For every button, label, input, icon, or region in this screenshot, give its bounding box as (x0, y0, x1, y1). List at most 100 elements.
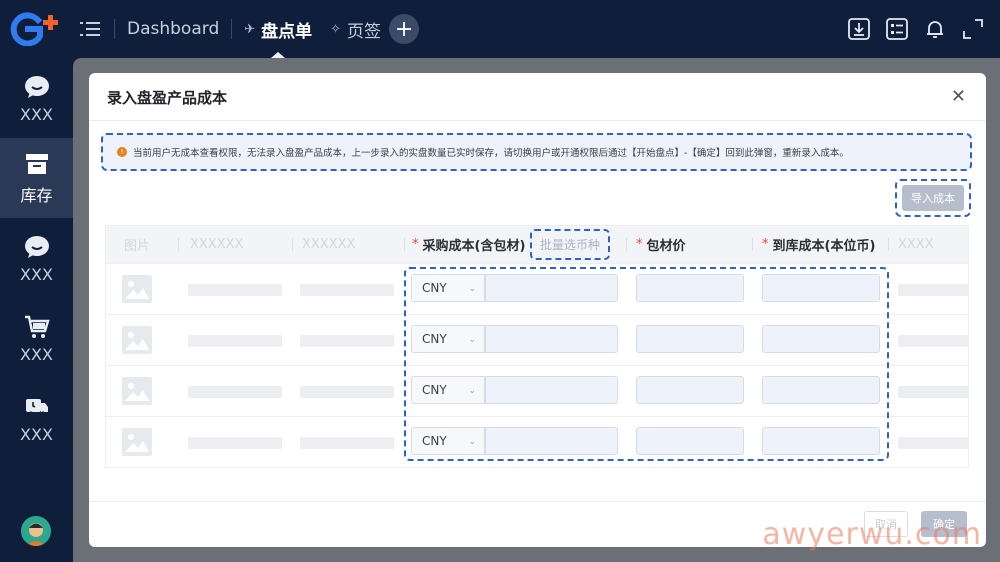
column-divider (292, 238, 293, 251)
tab-label: 盘点单 (261, 21, 313, 42)
column-divider (888, 238, 889, 251)
sidebar-item-1[interactable]: XXX (0, 58, 73, 138)
tab-dashboard[interactable]: Dashboard (127, 0, 219, 58)
packaging-price-input[interactable] (636, 274, 744, 302)
col-3: XXXXXX (302, 226, 355, 263)
avatar[interactable] (21, 516, 51, 546)
col-landed-cost: * 到库成本(本位币) (762, 226, 875, 263)
column-divider (404, 238, 405, 251)
bell-icon[interactable] (924, 18, 946, 40)
divider (89, 501, 986, 502)
sidebar-item-5[interactable]: XXX (0, 378, 73, 458)
chevron-down-icon: ⌄ (468, 437, 476, 447)
menu-toggle-icon[interactable] (78, 17, 102, 41)
purchase-cost-input[interactable] (485, 376, 618, 404)
pin-icon[interactable]: ✈ (244, 22, 255, 37)
currency-value: CNY (422, 281, 447, 295)
purchase-cost-input[interactable] (485, 325, 618, 353)
tab-page-tag[interactable]: ✧ 页签 (330, 0, 381, 58)
table-header: 图片 XXXXXX XXXXXX * 采购成本(含包材) 批量选币种 * 包材价 *… (106, 226, 968, 263)
pin-outline-icon[interactable]: ✧ (330, 22, 341, 37)
image-placeholder-icon (122, 275, 152, 303)
placeholder-bar (188, 335, 282, 347)
divider (231, 19, 233, 39)
packaging-price-input[interactable] (636, 376, 744, 404)
chevron-down-icon: ⌄ (468, 386, 476, 396)
dialog-title: 录入盘盈产品成本 (107, 89, 228, 107)
column-divider (626, 238, 627, 251)
currency-select[interactable]: CNY ⌄ (411, 325, 485, 353)
currency-value: CNY (422, 434, 447, 448)
chevron-down-icon: ⌄ (468, 284, 476, 294)
divider (89, 120, 986, 121)
sidebar-item-label: XXX (20, 264, 53, 284)
chat-icon (23, 73, 51, 101)
purchase-cost-input[interactable] (485, 427, 618, 455)
app-logo[interactable] (0, 0, 72, 58)
sidebar-item-3[interactable]: XXX (0, 218, 73, 298)
tab-label: Dashboard (127, 19, 220, 39)
placeholder-bar (898, 335, 968, 347)
checklist-icon[interactable] (886, 18, 908, 40)
col-7: XXXX (898, 226, 934, 263)
currency-value: CNY (422, 332, 447, 346)
currency-select[interactable]: CNY ⌄ (411, 274, 485, 302)
placeholder-bar (300, 284, 394, 296)
required-mark: * (412, 237, 419, 252)
table-row: CNY ⌄ (106, 314, 968, 365)
divider (114, 19, 115, 39)
sidebar-item-4[interactable]: XXX (0, 298, 73, 378)
batch-currency-button[interactable]: 批量选币种 (530, 229, 610, 260)
top-bar: Dashboard ✈ 盘点单 ✧ 页签 + (0, 0, 1000, 58)
column-label: 图片 (124, 239, 151, 254)
download-icon[interactable] (848, 18, 870, 40)
watermark: awyerwu.com (762, 517, 982, 552)
import-cost-button[interactable]: 导入成本 (902, 185, 964, 211)
col-packaging-price: * 包材价 (636, 226, 686, 263)
table-row: CNY ⌄ (106, 365, 968, 416)
chat-icon (23, 233, 51, 261)
image-placeholder-icon (122, 428, 152, 456)
table-row: CNY ⌄ (106, 416, 968, 467)
sidebar-item-label: XXX (20, 104, 53, 124)
packaging-price-input[interactable] (636, 325, 744, 353)
divider (312, 19, 330, 39)
landed-cost-input[interactable] (762, 274, 880, 302)
top-right-tools (848, 0, 984, 58)
placeholder-bar (300, 386, 394, 398)
landed-cost-input[interactable] (762, 325, 880, 353)
image-placeholder-icon (122, 326, 152, 354)
table-row: CNY ⌄ (106, 263, 968, 314)
required-mark: * (762, 237, 769, 252)
sidebar: XXX 库存 XXX XXX XXX (0, 58, 73, 562)
close-icon[interactable]: ✕ (951, 86, 966, 107)
col-2: XXXXXX (190, 226, 243, 263)
placeholder-bar (898, 284, 968, 296)
column-divider (752, 238, 753, 251)
placeholder-bar (188, 284, 282, 296)
cost-table: 图片 XXXXXX XXXXXX * 采购成本(含包材) 批量选币种 * 包材价 *… (105, 225, 969, 468)
tab-inventory-sheet[interactable]: ✈ 盘点单 (244, 0, 312, 58)
col-image: 图片 (124, 226, 150, 263)
sidebar-item-inventory[interactable]: 库存 (0, 138, 73, 218)
placeholder-bar (188, 437, 282, 449)
column-label: 到库成本(本位币) (772, 239, 876, 254)
column-label: XXXXXX (302, 237, 356, 252)
placeholder-bar (898, 386, 968, 398)
fullscreen-icon[interactable] (962, 18, 984, 40)
packaging-price-input[interactable] (636, 427, 744, 455)
landed-cost-input[interactable] (762, 427, 880, 455)
sidebar-item-label: XXX (20, 424, 53, 444)
add-tab-button[interactable]: + (389, 14, 420, 44)
truck-icon (23, 393, 51, 421)
landed-cost-input[interactable] (762, 376, 880, 404)
cost-entry-dialog: 录入盘盈产品成本 ✕ ! 当前用户无成本查看权限，无法录入盘盈产品成本，上一步录… (89, 73, 986, 547)
purchase-cost-input[interactable] (485, 274, 618, 302)
currency-select[interactable]: CNY ⌄ (411, 376, 485, 404)
cart-icon (23, 313, 51, 341)
column-label: 采购成本(含包材) (422, 239, 526, 254)
currency-select[interactable]: CNY ⌄ (411, 427, 485, 455)
sidebar-item-label: 库存 (20, 186, 53, 205)
chevron-down-icon: ⌄ (468, 335, 476, 345)
notice-text: 当前用户无成本查看权限，无法录入盘盈产品成本，上一步录入的实盘数量已实时保存，请… (133, 148, 849, 159)
